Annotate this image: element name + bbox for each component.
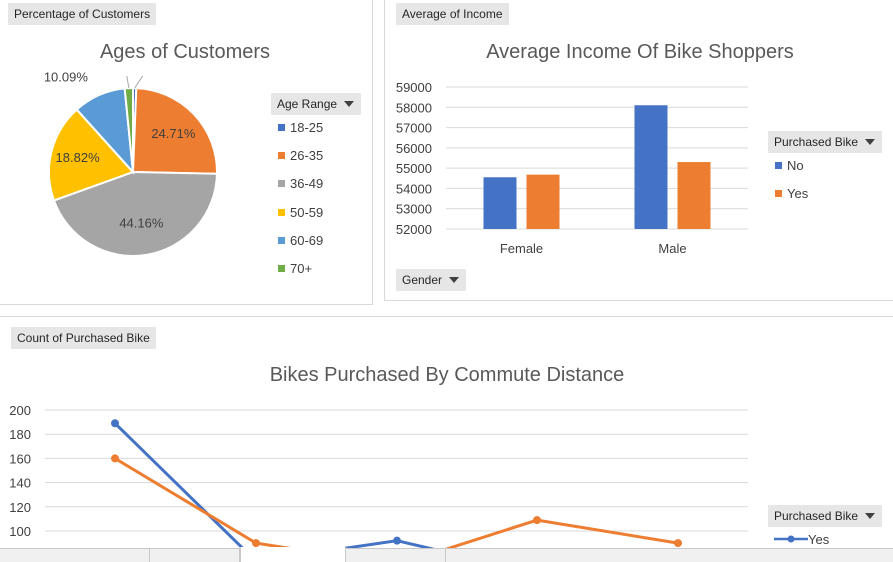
- line-y-tick-label: 200: [9, 403, 31, 418]
- purchased-bike-filter-label: Purchased Bike: [774, 135, 859, 149]
- line-point[interactable]: [111, 454, 119, 463]
- bar-y-tick-label: 53000: [396, 202, 432, 217]
- bar-male-no[interactable]: [634, 105, 668, 229]
- pie-legend-label: 36-49: [290, 176, 324, 192]
- age-range-filter-label: Age Range: [277, 97, 338, 111]
- sheet-tab-2[interactable]: [150, 549, 240, 562]
- pie-legend-item-50-59: 50-59: [278, 205, 323, 220]
- chevron-down-icon: [865, 139, 876, 145]
- legend-swatch-icon: [775, 190, 782, 197]
- pie-data-label-50-59: 18.82%: [56, 150, 101, 165]
- line-y-tick-label: 180: [9, 427, 31, 442]
- line-y-tick-label: 120: [9, 500, 31, 515]
- purchased-bike-filter-label-line: Purchased Bike: [774, 509, 859, 523]
- pie-legend-label: 60-69: [290, 232, 324, 248]
- bar-y-tick-label: 55000: [396, 161, 432, 176]
- pie-legend-item-70: 70+: [278, 261, 312, 276]
- gender-axis-field-button[interactable]: Gender: [396, 269, 467, 291]
- bar-chart-title: Average Income Of Bike Shoppers: [486, 41, 794, 63]
- legend-swatch-icon: [278, 152, 285, 160]
- line-point[interactable]: [252, 539, 260, 548]
- bar-y-tick-label: 54000: [396, 181, 432, 196]
- line-y-tick-label: 140: [9, 476, 31, 491]
- line-point[interactable]: [533, 516, 541, 525]
- sheet-tab-4[interactable]: [346, 549, 446, 562]
- pie-legend-label: 70+: [290, 261, 313, 276]
- line-y-tick-label: 160: [9, 451, 31, 466]
- sheet-tab-active[interactable]: [240, 547, 346, 562]
- pie-legend-item-60-69: 60-69: [278, 233, 323, 248]
- pie-legend-item-36-49: 36-49: [278, 176, 323, 191]
- bar-legend-label: No: [787, 158, 804, 173]
- line-point[interactable]: [393, 536, 401, 545]
- bar-y-tick-label: 58000: [396, 100, 432, 115]
- pie-data-label-60-69: 10.09%: [44, 70, 89, 85]
- legend-swatch-icon: [775, 162, 782, 169]
- pie-data-label-26-35: 24.71%: [151, 126, 196, 141]
- purchased-bike-filter-button-line[interactable]: Purchased Bike: [768, 505, 883, 527]
- pie-chart-title: Ages of Customers: [99, 41, 271, 63]
- pie-legend-item-26-35: 26-35: [278, 148, 323, 163]
- age-range-filter-button[interactable]: Age Range: [271, 93, 362, 115]
- bar-legend-item-yes: Yes: [775, 186, 808, 201]
- gender-axis-field-label: Gender: [402, 273, 443, 287]
- bar-legend-label: Yes: [787, 186, 809, 201]
- bar-y-tick-label: 57000: [396, 121, 432, 136]
- bar-y-tick-label: 52000: [396, 222, 432, 237]
- legend-swatch-icon: [278, 236, 285, 244]
- pie-leader-line: [134, 75, 144, 89]
- line-value-field-button[interactable]: Count of Purchased Bike: [11, 327, 156, 349]
- line-chart-title: Bikes Purchased By Commute Distance: [269, 364, 625, 386]
- line-legend-label-yes: Yes: [808, 532, 830, 547]
- pie-legend-label: 50-59: [290, 204, 324, 220]
- pie-legend-label: 26-35: [290, 148, 324, 164]
- bar-chart: 52000 53000 54000 55000 56000 57000 58000 59000…: [396, 80, 748, 256]
- pie-leader-line: [126, 76, 130, 89]
- bar-x-tick-label: Male: [658, 241, 686, 256]
- legend-swatch-icon: [278, 208, 285, 216]
- pie-value-field-button[interactable]: Percentage of Customers: [8, 3, 157, 25]
- chevron-down-icon: [344, 101, 355, 107]
- legend-swatch-icon: [278, 124, 285, 131]
- bar-y-tick-label: 59000: [396, 80, 432, 95]
- line-point[interactable]: [111, 419, 119, 428]
- pie-data-label-36-49: 44.16%: [119, 215, 164, 230]
- line-point[interactable]: [674, 539, 682, 548]
- bar-y-tick-label: 56000: [396, 141, 432, 156]
- bar-female-no[interactable]: [483, 177, 517, 229]
- line-legend-marker-icon: [774, 535, 808, 543]
- purchased-bike-filter-button-bar[interactable]: Purchased Bike: [768, 131, 883, 153]
- sheet-tab-1[interactable]: [0, 549, 150, 562]
- bar-male-yes[interactable]: [677, 162, 711, 229]
- bar-value-field-button[interactable]: Average of Income: [396, 3, 509, 25]
- pie-legend-item-18-25: 18-25: [278, 120, 323, 135]
- line-chart: 100 120 140 160 180 200: [9, 403, 748, 558]
- line-legend-item-yes: Yes: [774, 532, 829, 547]
- legend-swatch-icon: [278, 180, 285, 188]
- chevron-down-icon: [865, 513, 876, 519]
- bar-legend-item-no: No: [775, 158, 804, 173]
- legend-swatch-icon: [278, 265, 285, 272]
- line-y-tick-label: 100: [9, 524, 31, 539]
- pie-chart: 0.63%24.71%44.16%18.82%10.09%1.58%: [44, 70, 219, 257]
- bar-x-tick-label: Female: [500, 241, 543, 256]
- pie-legend-label: 18-25: [290, 120, 324, 135]
- bar-female-yes[interactable]: [526, 174, 560, 229]
- sheet-tab-bar: [0, 547, 893, 562]
- chevron-down-icon: [449, 277, 460, 283]
